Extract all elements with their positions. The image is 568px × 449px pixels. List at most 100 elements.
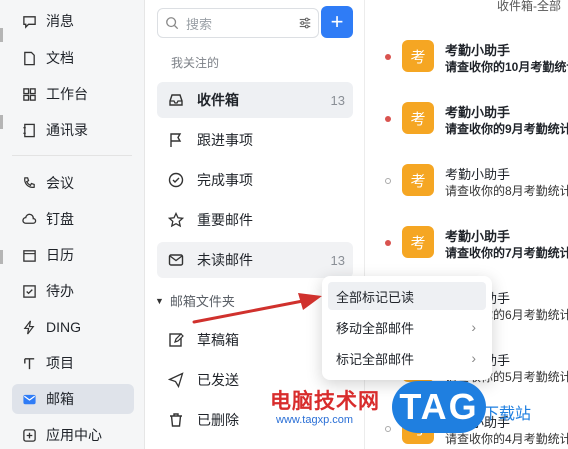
nav-item-todo[interactable]: 待办	[12, 276, 134, 306]
watermark-logo: TAG	[392, 381, 486, 433]
message-subject: 请查收你的10月考勤统计	[445, 60, 568, 74]
chevron-right-icon: ›	[471, 319, 476, 335]
folder-done[interactable]: 完成事项	[157, 162, 353, 198]
nav-label: 消息	[46, 13, 74, 29]
message-row[interactable]: 考 考勤小助手 请查收你的8月考勤统计	[365, 158, 568, 216]
todo-icon	[18, 284, 40, 299]
message-sender: 考勤小助手	[445, 167, 511, 182]
lightning-icon	[18, 320, 40, 335]
trash-icon	[165, 412, 187, 428]
nav-item-project[interactable]: 项目	[12, 348, 134, 378]
message-row[interactable]: 考 考勤小助手 请查收你的9月考勤统计	[365, 96, 568, 154]
cloud-icon	[18, 212, 40, 227]
search-box[interactable]: 搜索	[157, 8, 319, 38]
unread-dot	[385, 54, 391, 60]
folder-label: 跟进事项	[197, 132, 253, 148]
nav-item-drive[interactable]: 钉盘	[12, 204, 134, 234]
nav-label: 日历	[46, 247, 74, 263]
nav-item-calendar[interactable]: 日历	[12, 240, 134, 270]
mark-all-read-menu-item[interactable]: 全部标记已读	[328, 282, 486, 310]
nav-item-ding[interactable]: DING	[12, 312, 134, 342]
inbox-icon	[165, 92, 187, 108]
edge-mark	[0, 115, 3, 129]
avatar: 考	[402, 164, 434, 196]
check-circle-icon	[165, 172, 187, 188]
edit-icon	[165, 332, 187, 348]
star-icon	[165, 212, 187, 228]
folder-label: 未读邮件	[197, 252, 253, 268]
menu-label: 移动全部邮件	[336, 320, 415, 336]
message-sender: 考勤小助手	[445, 43, 511, 58]
nav-label: 待办	[46, 283, 74, 299]
nav-label: 应用中心	[46, 427, 102, 443]
contacts-icon	[18, 123, 40, 138]
grid-icon	[18, 87, 40, 102]
nav-label: 工作台	[46, 86, 88, 102]
nav-item-docs[interactable]: 文档	[12, 43, 134, 73]
folder-count: 13	[330, 92, 345, 108]
flag-icon	[165, 132, 187, 148]
nav-item-contacts[interactable]: 通讯录	[12, 115, 134, 145]
nav-label: 会议	[46, 175, 74, 191]
message-subject: 请查收你的8月考勤统计	[445, 184, 568, 198]
caret-down-icon: ▼	[155, 295, 164, 306]
move-all-mail-menu-item[interactable]: 移动全部邮件 ›	[328, 313, 486, 341]
folder-label: 已发送	[197, 372, 239, 388]
search-icon	[158, 16, 186, 30]
nav-item-workbench[interactable]: 工作台	[12, 79, 134, 109]
message-subject: 请查收你的7月考勤统计	[445, 246, 568, 260]
message-sender: 考勤小助手	[445, 229, 511, 244]
compose-button[interactable]: +	[321, 6, 353, 38]
annotation-arrow	[192, 293, 322, 324]
context-menu: 全部标记已读 移动全部邮件 › 标记全部邮件 ›	[322, 276, 492, 380]
folder-count: 13	[330, 252, 345, 268]
mail-folder-panel: 搜索 + 我关注的 收件箱 13 跟进事项 完成事项 重要邮件 未读邮件 13 …	[145, 0, 365, 449]
folder-unread[interactable]: 未读邮件 13	[157, 242, 353, 278]
edge-mark	[0, 28, 3, 42]
folder-follow-up[interactable]: 跟进事项	[157, 122, 353, 158]
nav-label: 邮箱	[46, 391, 74, 407]
read-dot	[385, 426, 391, 432]
folder-label: 已删除	[197, 412, 239, 428]
phone-icon	[18, 176, 40, 191]
nav-label: DING	[46, 319, 81, 335]
nav-item-messages[interactable]: 消息	[12, 6, 134, 36]
message-subject: 请查收你的9月考勤统计	[445, 122, 568, 136]
avatar: 考	[402, 40, 434, 72]
edge-mark	[0, 250, 3, 264]
apps-icon	[18, 428, 40, 443]
message-row[interactable]: 考 考勤小助手 请查收你的10月考勤统计	[365, 34, 568, 92]
read-dot	[385, 178, 391, 184]
folder-important[interactable]: 重要邮件	[157, 202, 353, 238]
nav-item-meeting[interactable]: 会议	[12, 168, 134, 198]
project-icon	[18, 356, 40, 371]
doc-icon	[18, 51, 40, 66]
calendar-icon	[18, 248, 40, 263]
unread-dot	[385, 240, 391, 246]
avatar: 考	[402, 102, 434, 134]
breadcrumb: 收件箱-全部	[497, 0, 561, 13]
nav-item-apps[interactable]: 应用中心	[12, 420, 134, 449]
send-icon	[165, 372, 187, 388]
envelope-icon	[165, 252, 187, 268]
chevron-right-icon: ›	[471, 350, 476, 366]
nav-item-mail[interactable]: 邮箱	[12, 384, 134, 414]
avatar: 考	[402, 226, 434, 258]
folder-label: 收件箱	[197, 92, 239, 108]
chat-icon	[18, 14, 40, 29]
folder-inbox[interactable]: 收件箱 13	[157, 82, 353, 118]
folder-label: 草稿箱	[197, 332, 239, 348]
mark-all-mail-menu-item[interactable]: 标记全部邮件 ›	[328, 344, 486, 372]
watermark-url: www.tagxp.com	[276, 414, 354, 426]
message-sender: 考勤小助手	[445, 105, 511, 120]
search-placeholder: 搜索	[186, 16, 213, 32]
menu-label: 标记全部邮件	[336, 351, 415, 367]
filter-icon[interactable]	[298, 16, 312, 33]
left-navigation: 消息 文档 工作台 通讯录 会议 钉盘 日历 待办 DING 项目 邮箱 应用中…	[0, 0, 145, 449]
watermark-subtitle: 下载站	[483, 406, 532, 423]
message-row[interactable]: 考 考勤小助手 请查收你的7月考勤统计	[365, 220, 568, 278]
unread-dot	[385, 116, 391, 122]
menu-label: 全部标记已读	[336, 289, 415, 305]
watermark-text: 电脑技术网	[270, 390, 380, 413]
nav-label: 项目	[46, 355, 74, 371]
